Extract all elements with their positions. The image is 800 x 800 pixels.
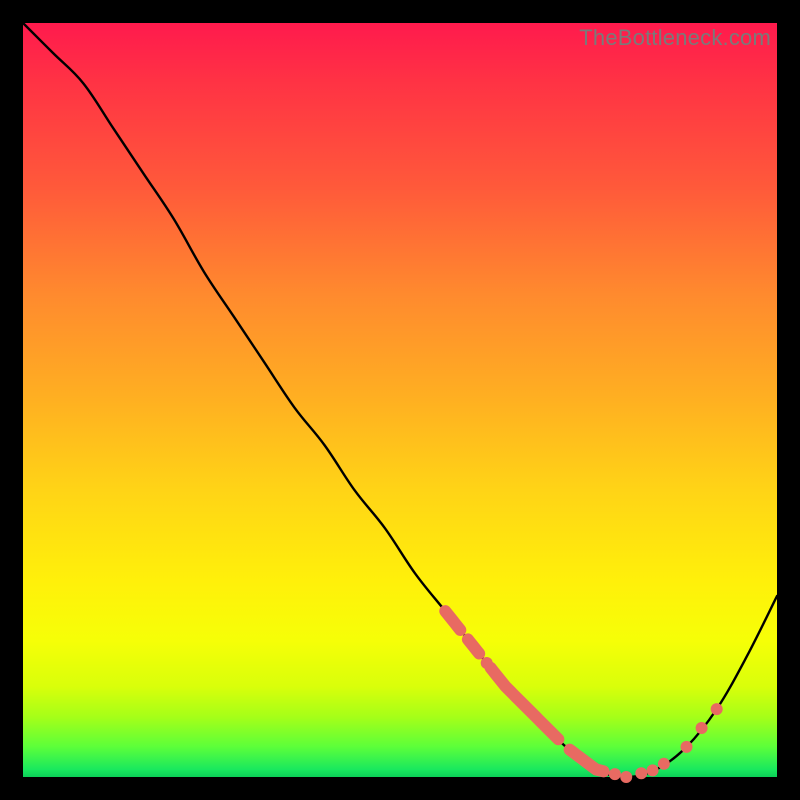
highlight-segment <box>490 668 558 740</box>
highlight-dot <box>681 741 693 753</box>
highlight-dot <box>658 758 670 770</box>
highlight-segment <box>445 611 460 630</box>
highlight-dot <box>647 764 659 776</box>
highlight-segment <box>570 750 604 772</box>
highlight-dots <box>481 657 723 783</box>
highlight-dot <box>635 767 647 779</box>
chart-frame: TheBottleneck.com <box>23 23 777 777</box>
highlight-dot <box>711 703 723 715</box>
bottleneck-curve <box>23 23 777 777</box>
highlight-segments <box>445 611 603 771</box>
highlight-dot <box>620 771 632 783</box>
chart-svg <box>23 23 777 777</box>
watermark-text: TheBottleneck.com <box>579 25 771 51</box>
highlight-dot <box>481 657 493 669</box>
highlight-segment <box>468 639 479 653</box>
highlight-dot <box>696 722 708 734</box>
highlight-dot <box>609 768 621 780</box>
